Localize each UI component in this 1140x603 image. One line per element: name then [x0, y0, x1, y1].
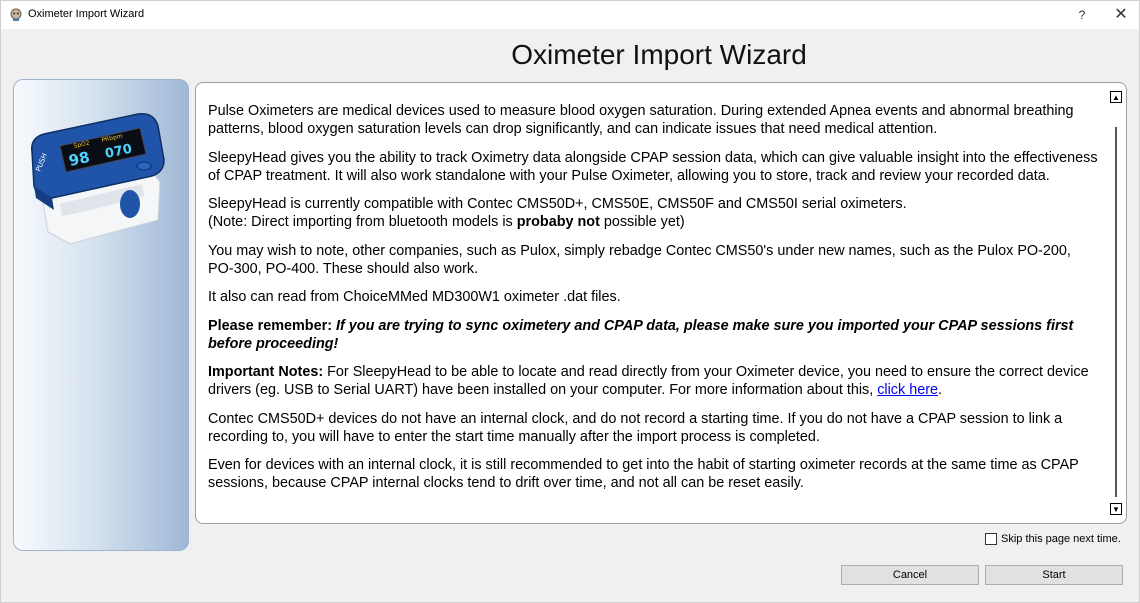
info-text: Pulse Oximeters are medical devices used… [208, 102, 1098, 503]
important-notes-end: . [938, 382, 942, 398]
paragraph-important-notes: Important Notes: For SleepyHead to be ab… [208, 363, 1098, 399]
app-icon [10, 8, 22, 21]
cancel-button[interactable]: Cancel [841, 565, 979, 585]
bluetooth-note-bold: probaby not [516, 214, 600, 230]
scrollbar-track[interactable] [1115, 127, 1117, 497]
paragraph-remember: Please remember: If you are trying to sy… [208, 317, 1098, 353]
bluetooth-note-post: possible yet) [599, 214, 685, 230]
paragraph-sleepyhead-tracking: SleepyHead gives you the ability to trac… [208, 149, 1098, 184]
bluetooth-note-pre: (Note: Direct importing from bluetooth m… [208, 214, 517, 230]
paragraph-no-clock: Contec CMS50D+ devices do not have an in… [208, 410, 1063, 445]
side-image-panel: SpO2 PRbpm 98 070 PUSH [13, 79, 189, 551]
info-text-panel[interactable]: Pulse Oximeters are medical devices used… [195, 82, 1127, 524]
paragraph-internal-clock: Even for devices with an internal clock,… [208, 457, 1079, 491]
pulse-oximeter-image: SpO2 PRbpm 98 070 PUSH [31, 113, 165, 245]
wizard-window: Oximeter Import Wizard ? ✕ Oximeter Impo… [0, 0, 1140, 603]
remember-text: If you are trying to sync oximetery and … [208, 317, 1074, 352]
scroll-up-arrow-icon[interactable]: ▲ [1110, 91, 1122, 103]
important-notes-text: For SleepyHead to be able to locate and … [208, 364, 1089, 398]
skip-page-label[interactable]: Skip this page next time. [1001, 533, 1121, 545]
skip-page-option[interactable]: Skip this page next time. [985, 532, 1121, 546]
paragraph-compatibility: SleepyHead is currently compatible with … [208, 195, 1098, 231]
click-here-link[interactable]: click here [877, 382, 938, 398]
close-button[interactable]: ✕ [1101, 1, 1140, 29]
important-notes-label: Important Notes: [208, 364, 328, 380]
wizard-heading: Oximeter Import Wizard [511, 39, 807, 70]
vertical-scrollbar[interactable]: ▲ ▼ [1108, 89, 1124, 517]
scroll-down-arrow-icon[interactable]: ▼ [1110, 503, 1122, 515]
paragraph-rebadge: You may wish to note, other companies, s… [208, 242, 1071, 277]
skip-page-checkbox[interactable] [985, 533, 997, 545]
paragraph-choicemmed: It also can read from ChoiceMMed MD300W1… [208, 289, 621, 305]
title-bar: Oximeter Import Wizard ? ✕ [1, 1, 1139, 29]
remember-label: Please remember: [208, 317, 336, 334]
start-button[interactable]: Start [985, 565, 1123, 585]
paragraph-intro: Pulse Oximeters are medical devices used… [208, 103, 1074, 137]
compatibility-line: SleepyHead is currently compatible with … [208, 196, 907, 212]
help-button[interactable]: ? [1065, 1, 1099, 29]
window-title: Oximeter Import Wizard [28, 8, 145, 20]
